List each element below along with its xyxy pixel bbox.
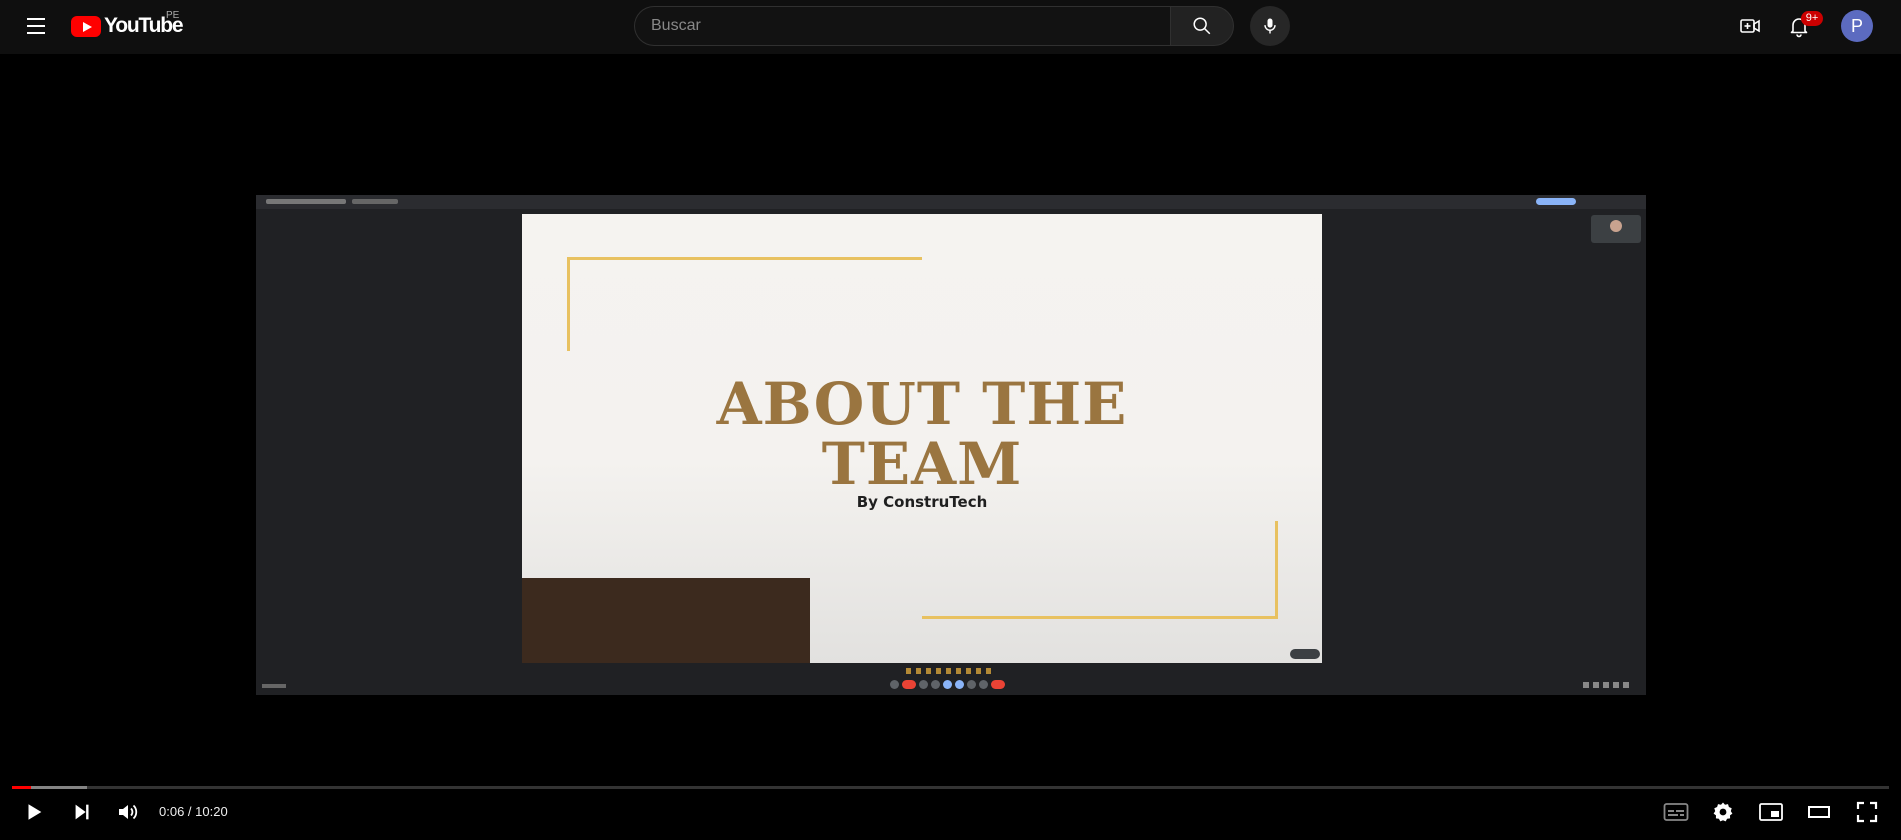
video-frame[interactable]: ABOUT THE TEAM By ConstruTech <box>256 195 1646 695</box>
gold-frame-bottom <box>922 616 1278 619</box>
subtitles-button[interactable] <box>1656 796 1696 828</box>
fullscreen-icon <box>1856 801 1878 823</box>
slide-zoom-chip <box>1290 649 1320 659</box>
time-separator: / <box>184 804 196 819</box>
masthead: YouTube PE 9+ P <box>0 0 1901 54</box>
search-icon <box>1193 17 1211 35</box>
avatar[interactable]: P <box>1841 10 1873 42</box>
current-time: 0:06 <box>159 804 185 819</box>
settings-button[interactable] <box>1703 796 1743 828</box>
youtube-logo-icon <box>71 15 101 37</box>
volume-button[interactable] <box>108 796 148 828</box>
voice-search-button[interactable] <box>1250 6 1290 46</box>
subtitles-icon <box>1663 803 1689 821</box>
create-button[interactable] <box>1730 6 1770 46</box>
meeting-reactions <box>906 668 996 674</box>
country-code: PE <box>166 10 180 21</box>
menu-icon[interactable] <box>18 8 54 44</box>
meeting-info <box>262 684 286 688</box>
meeting-controls <box>890 680 1005 690</box>
search-button[interactable] <box>1170 6 1234 46</box>
progress-bar[interactable] <box>12 786 1889 789</box>
theater-mode-button[interactable] <box>1799 796 1839 828</box>
play-button[interactable] <box>14 796 54 828</box>
gold-frame-top <box>567 257 922 260</box>
next-icon <box>75 804 89 820</box>
search-input[interactable] <box>634 6 1171 46</box>
gold-frame-left <box>567 257 570 351</box>
participant-tile <box>1591 215 1641 243</box>
volume-icon <box>119 804 138 820</box>
mic-icon <box>1264 18 1276 34</box>
miniplayer-button[interactable] <box>1751 796 1791 828</box>
meeting-top-bar <box>256 195 1646 209</box>
create-icon <box>1740 19 1760 33</box>
slide-subtitle: By ConstruTech <box>856 493 988 511</box>
slide-title-line2: TEAM <box>821 430 1023 498</box>
notifications-button[interactable]: 9+ <box>1779 6 1823 46</box>
miniplayer-icon <box>1759 803 1783 821</box>
search-box <box>634 6 1234 46</box>
notification-badge: 9+ <box>1801 11 1823 26</box>
slide-title-line1: ABOUT THE <box>716 370 1128 438</box>
next-button[interactable] <box>62 796 102 828</box>
gold-frame-right <box>1275 521 1278 619</box>
play-icon <box>28 804 42 820</box>
slide-brown-block <box>522 578 810 663</box>
presentation-slide: ABOUT THE TEAM By ConstruTech <box>522 214 1322 663</box>
settings-icon <box>1713 802 1733 822</box>
theater-icon <box>1808 806 1830 818</box>
fullscreen-button[interactable] <box>1847 796 1887 828</box>
duration: 10:20 <box>195 804 228 819</box>
video-player[interactable]: ABOUT THE TEAM By ConstruTech 0:06 / 10:… <box>0 54 1901 840</box>
progress-played <box>12 786 31 789</box>
time-display: 0:06 / 10:20 <box>159 804 228 819</box>
meeting-side-controls <box>1583 682 1629 689</box>
